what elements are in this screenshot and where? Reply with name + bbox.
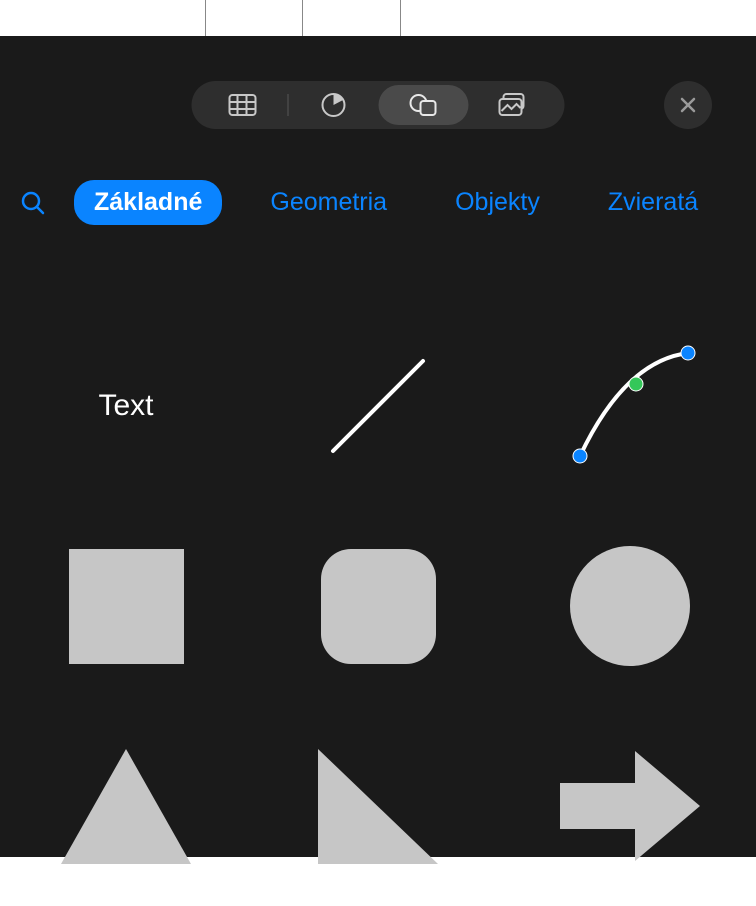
shape-triangle[interactable]: [26, 706, 226, 906]
search-icon: [20, 190, 46, 216]
category-animals[interactable]: Zvieratá: [588, 180, 718, 225]
category-geometry[interactable]: Geometria: [250, 180, 407, 225]
shape-circle[interactable]: [530, 506, 730, 706]
shape-right-triangle[interactable]: [278, 706, 478, 906]
insert-toolbar: [192, 81, 565, 129]
category-basic[interactable]: Základné: [74, 180, 222, 225]
shapes-grid: Text: [0, 306, 756, 857]
close-icon: [679, 96, 697, 114]
shape-square[interactable]: [26, 506, 226, 706]
text-shape-label: Text: [98, 389, 153, 423]
chart-icon: [321, 92, 347, 118]
media-icon: [499, 93, 529, 117]
line-icon: [318, 346, 438, 466]
triangle-icon: [61, 749, 191, 864]
close-button[interactable]: [664, 81, 712, 129]
search-button[interactable]: [20, 190, 46, 216]
table-icon: [229, 94, 257, 116]
right-triangle-icon: [318, 749, 438, 864]
circle-icon: [570, 546, 690, 666]
chart-button[interactable]: [289, 85, 379, 125]
shape-line[interactable]: [278, 306, 478, 506]
table-button[interactable]: [198, 85, 288, 125]
media-button[interactable]: [469, 85, 559, 125]
square-icon: [69, 549, 184, 664]
shapes-icon: [409, 92, 439, 118]
insert-panel: Základné Geometria Objekty Zvieratá Text: [0, 36, 756, 857]
category-objects[interactable]: Objekty: [435, 180, 560, 225]
rounded-square-icon: [321, 549, 436, 664]
curve-icon: [560, 341, 700, 471]
shape-arrow[interactable]: [530, 706, 730, 906]
category-bar: Základné Geometria Objekty Zvieratá: [0, 180, 756, 225]
shapes-button[interactable]: [379, 85, 469, 125]
arrow-icon: [560, 751, 700, 861]
shape-curve[interactable]: [530, 306, 730, 506]
shape-rounded-square[interactable]: [278, 506, 478, 706]
shape-text[interactable]: Text: [26, 306, 226, 506]
